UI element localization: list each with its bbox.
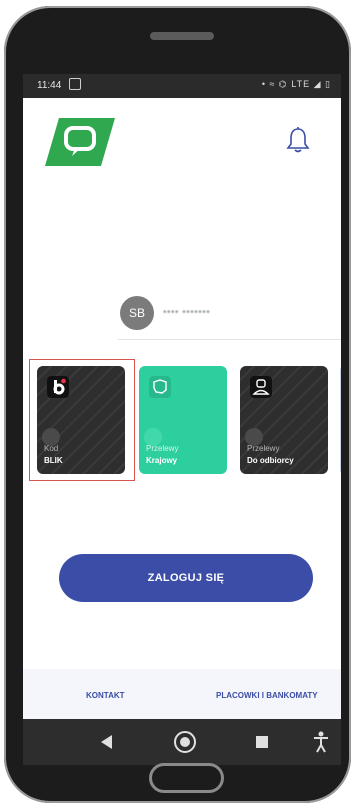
accessibility-icon[interactable] bbox=[313, 731, 329, 753]
user-name: •••• ••••••• bbox=[163, 307, 211, 318]
status-bar: 11:44 • ≈ ⌬ LTE ◢ ▯ bbox=[23, 74, 341, 98]
tile-subtitle: Przelewy bbox=[247, 444, 280, 453]
login-button[interactable]: ZALOGUJ SIĘ bbox=[59, 554, 313, 602]
notification-icon bbox=[69, 78, 81, 90]
selection-highlight bbox=[29, 359, 135, 481]
home-icon[interactable] bbox=[173, 730, 197, 754]
tile-krajowy[interactable]: Przelewy Krajowy bbox=[139, 366, 227, 474]
tile-title: Krajowy bbox=[146, 456, 178, 465]
status-time: 11:44 bbox=[37, 80, 62, 91]
tile-partial[interactable] bbox=[340, 366, 341, 474]
hardware-home-button[interactable] bbox=[149, 763, 224, 793]
branches-link[interactable]: PLACOWKI I BANKOMATY bbox=[216, 691, 318, 700]
system-nav-bar bbox=[23, 719, 341, 765]
back-icon[interactable] bbox=[101, 735, 113, 749]
person-icon bbox=[250, 376, 272, 398]
avatar[interactable]: SB bbox=[120, 296, 154, 330]
status-icons: • ≈ ⌬ LTE ◢ ▯ bbox=[261, 79, 331, 89]
app-screen: 11:44 • ≈ ⌬ LTE ◢ ▯ SB •••• ••••••• Kod … bbox=[23, 74, 341, 765]
bank-logo bbox=[45, 118, 115, 166]
speaker-grille bbox=[150, 32, 214, 40]
phone-frame: 11:44 • ≈ ⌬ LTE ◢ ▯ SB •••• ••••••• Kod … bbox=[4, 6, 351, 803]
divider bbox=[118, 339, 341, 340]
poland-map-icon bbox=[149, 376, 171, 398]
recents-icon[interactable] bbox=[256, 736, 268, 748]
tile-do-odbiorcy[interactable]: Przelewy Do odbiorcy bbox=[240, 366, 328, 474]
contact-link[interactable]: KONTAKT bbox=[86, 691, 125, 700]
notification-bell-icon[interactable] bbox=[285, 126, 311, 154]
tile-title: Do odbiorcy bbox=[247, 456, 294, 465]
tile-subtitle: Przelewy bbox=[146, 444, 179, 453]
footer: KONTAKT PLACOWKI I BANKOMATY bbox=[23, 669, 341, 719]
